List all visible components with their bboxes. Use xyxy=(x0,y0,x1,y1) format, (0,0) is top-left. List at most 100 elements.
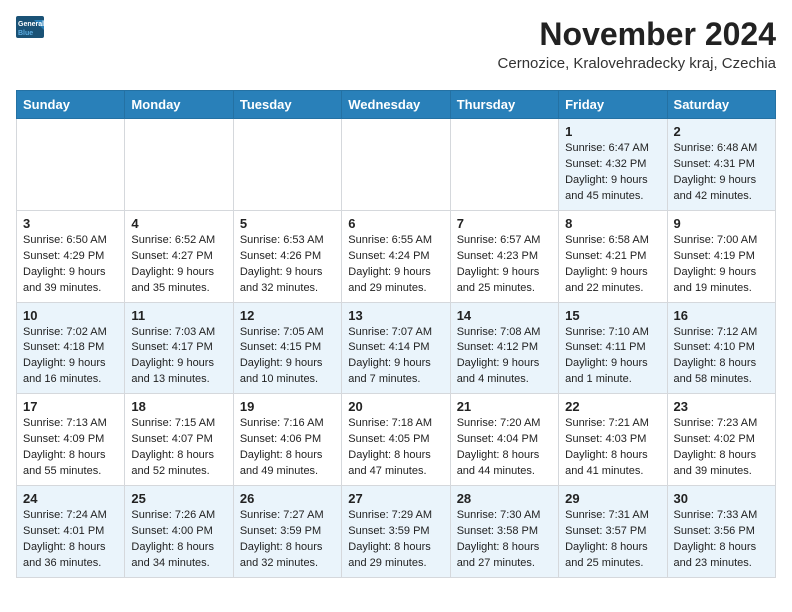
logo: General Blue xyxy=(16,16,46,38)
calendar-cell: 8 Sunrise: 6:58 AM Sunset: 4:21 PM Daylig… xyxy=(559,210,667,302)
calendar-cell: 14 Sunrise: 7:08 AM Sunset: 4:12 PM Dayli… xyxy=(450,302,558,394)
day-info: Sunrise: 7:10 AM Sunset: 4:11 PM Dayligh… xyxy=(565,325,660,389)
logo-icon: General Blue xyxy=(16,16,44,38)
calendar-cell: 10Sunrise: 7:02 AM Sunset: 4:18 PM Dayli… xyxy=(17,302,125,394)
calendar-cell: 15 Sunrise: 7:10 AM Sunset: 4:11 PM Dayli… xyxy=(559,302,667,394)
calendar-cell: 26 Sunrise: 7:27 AM Sunset: 3:59 PM Dayli… xyxy=(233,486,341,578)
day-number: 27 xyxy=(348,491,443,506)
calendar-cell xyxy=(125,119,233,211)
calendar-cell: 22Sunrise: 7:21 AM Sunset: 4:03 PM Dayli… xyxy=(559,394,667,486)
day-info: Sunrise: 7:00 AM Sunset: 4:19 PM Dayligh… xyxy=(674,233,769,297)
day-number: 6 xyxy=(348,216,443,231)
calendar-cell: 20 Sunrise: 7:18 AM Sunset: 4:05 PM Dayli… xyxy=(342,394,450,486)
calendar-cell: 4Sunrise: 6:52 AM Sunset: 4:27 PM Daylig… xyxy=(125,210,233,302)
calendar-cell: 24 Sunrise: 7:24 AM Sunset: 4:01 PM Dayli… xyxy=(17,486,125,578)
calendar-cell: 18 Sunrise: 7:15 AM Sunset: 4:07 PM Dayli… xyxy=(125,394,233,486)
day-number: 11 xyxy=(131,308,226,323)
calendar-cell: 28 Sunrise: 7:30 AM Sunset: 3:58 PM Dayli… xyxy=(450,486,558,578)
day-number: 15 xyxy=(565,308,660,323)
calendar-cell: 21 Sunrise: 7:20 AM Sunset: 4:04 PM Dayli… xyxy=(450,394,558,486)
col-header-wednesday: Wednesday xyxy=(342,91,450,119)
day-info: Sunrise: 7:03 AM Sunset: 4:17 PM Dayligh… xyxy=(131,325,226,389)
day-number: 23 xyxy=(674,399,769,414)
day-info: Sunrise: 7:26 AM Sunset: 4:00 PM Dayligh… xyxy=(131,508,226,572)
day-info: Sunrise: 7:27 AM Sunset: 3:59 PM Dayligh… xyxy=(240,508,335,572)
calendar-cell: 9 Sunrise: 7:00 AM Sunset: 4:19 PM Daylig… xyxy=(667,210,775,302)
day-number: 12 xyxy=(240,308,335,323)
col-header-friday: Friday xyxy=(559,91,667,119)
day-info: Sunrise: 6:48 AM Sunset: 4:31 PM Dayligh… xyxy=(674,141,769,205)
calendar-cell: 16 Sunrise: 7:12 AM Sunset: 4:10 PM Dayli… xyxy=(667,302,775,394)
calendar-cell: 30 Sunrise: 7:33 AM Sunset: 3:56 PM Dayli… xyxy=(667,486,775,578)
svg-text:Blue: Blue xyxy=(18,30,33,37)
day-info: Sunrise: 7:33 AM Sunset: 3:56 PM Dayligh… xyxy=(674,508,769,572)
calendar-cell: 27 Sunrise: 7:29 AM Sunset: 3:59 PM Dayli… xyxy=(342,486,450,578)
calendar-cell xyxy=(17,119,125,211)
calendar-cell: 13Sunrise: 7:07 AM Sunset: 4:14 PM Dayli… xyxy=(342,302,450,394)
calendar-cell: 29Sunrise: 7:31 AM Sunset: 3:57 PM Dayli… xyxy=(559,486,667,578)
day-number: 16 xyxy=(674,308,769,323)
day-number: 7 xyxy=(457,216,552,231)
day-info: Sunrise: 7:30 AM Sunset: 3:58 PM Dayligh… xyxy=(457,508,552,572)
day-info: Sunrise: 7:08 AM Sunset: 4:12 PM Dayligh… xyxy=(457,325,552,389)
calendar-cell: 1 Sunrise: 6:47 AM Sunset: 4:32 PM Daylig… xyxy=(559,119,667,211)
day-info: Sunrise: 7:23 AM Sunset: 4:02 PM Dayligh… xyxy=(674,416,769,480)
day-number: 8 xyxy=(565,216,660,231)
day-number: 3 xyxy=(23,216,118,231)
day-info: Sunrise: 7:20 AM Sunset: 4:04 PM Dayligh… xyxy=(457,416,552,480)
calendar-cell xyxy=(450,119,558,211)
day-info: Sunrise: 7:24 AM Sunset: 4:01 PM Dayligh… xyxy=(23,508,118,572)
day-info: Sunrise: 6:52 AM Sunset: 4:27 PM Dayligh… xyxy=(131,233,226,297)
calendar-cell: 11 Sunrise: 7:03 AM Sunset: 4:17 PM Dayli… xyxy=(125,302,233,394)
calendar-cell: 25 Sunrise: 7:26 AM Sunset: 4:00 PM Dayli… xyxy=(125,486,233,578)
day-info: Sunrise: 7:29 AM Sunset: 3:59 PM Dayligh… xyxy=(348,508,443,572)
calendar-table: SundayMondayTuesdayWednesdayThursdayFrid… xyxy=(16,90,776,578)
day-number: 17 xyxy=(23,399,118,414)
day-info: Sunrise: 7:21 AM Sunset: 4:03 PM Dayligh… xyxy=(565,416,660,480)
day-number: 30 xyxy=(674,491,769,506)
col-header-sunday: Sunday xyxy=(17,91,125,119)
day-number: 29 xyxy=(565,491,660,506)
day-info: Sunrise: 7:18 AM Sunset: 4:05 PM Dayligh… xyxy=(348,416,443,480)
calendar-cell: 6 Sunrise: 6:55 AM Sunset: 4:24 PM Daylig… xyxy=(342,210,450,302)
col-header-thursday: Thursday xyxy=(450,91,558,119)
day-number: 20 xyxy=(348,399,443,414)
day-info: Sunrise: 7:07 AM Sunset: 4:14 PM Dayligh… xyxy=(348,325,443,389)
calendar-cell: 5 Sunrise: 6:53 AM Sunset: 4:26 PM Daylig… xyxy=(233,210,341,302)
day-number: 28 xyxy=(457,491,552,506)
day-number: 26 xyxy=(240,491,335,506)
calendar-cell: 19 Sunrise: 7:16 AM Sunset: 4:06 PM Dayli… xyxy=(233,394,341,486)
day-number: 1 xyxy=(565,124,660,139)
day-number: 10 xyxy=(23,308,118,323)
day-info: Sunrise: 7:12 AM Sunset: 4:10 PM Dayligh… xyxy=(674,325,769,389)
day-number: 14 xyxy=(457,308,552,323)
page-subtitle: Cernozice, Kralovehradecky kraj, Czechia xyxy=(498,55,776,72)
col-header-monday: Monday xyxy=(125,91,233,119)
col-header-tuesday: Tuesday xyxy=(233,91,341,119)
day-info: Sunrise: 6:58 AM Sunset: 4:21 PM Dayligh… xyxy=(565,233,660,297)
day-number: 5 xyxy=(240,216,335,231)
calendar-cell: 17Sunrise: 7:13 AM Sunset: 4:09 PM Dayli… xyxy=(17,394,125,486)
day-number: 24 xyxy=(23,491,118,506)
day-info: Sunrise: 6:55 AM Sunset: 4:24 PM Dayligh… xyxy=(348,233,443,297)
day-info: Sunrise: 6:53 AM Sunset: 4:26 PM Dayligh… xyxy=(240,233,335,297)
calendar-cell xyxy=(233,119,341,211)
day-number: 19 xyxy=(240,399,335,414)
day-info: Sunrise: 7:05 AM Sunset: 4:15 PM Dayligh… xyxy=(240,325,335,389)
day-number: 25 xyxy=(131,491,226,506)
calendar-cell: 2 Sunrise: 6:48 AM Sunset: 4:31 PM Daylig… xyxy=(667,119,775,211)
calendar-cell xyxy=(342,119,450,211)
day-number: 21 xyxy=(457,399,552,414)
calendar-cell: 3Sunrise: 6:50 AM Sunset: 4:29 PM Daylig… xyxy=(17,210,125,302)
page-title: November 2024 xyxy=(498,16,776,53)
day-info: Sunrise: 7:16 AM Sunset: 4:06 PM Dayligh… xyxy=(240,416,335,480)
col-header-saturday: Saturday xyxy=(667,91,775,119)
day-info: Sunrise: 6:47 AM Sunset: 4:32 PM Dayligh… xyxy=(565,141,660,205)
svg-text:General: General xyxy=(18,21,44,28)
day-number: 9 xyxy=(674,216,769,231)
day-number: 18 xyxy=(131,399,226,414)
calendar-cell: 12 Sunrise: 7:05 AM Sunset: 4:15 PM Dayli… xyxy=(233,302,341,394)
day-number: 2 xyxy=(674,124,769,139)
day-info: Sunrise: 6:57 AM Sunset: 4:23 PM Dayligh… xyxy=(457,233,552,297)
day-info: Sunrise: 7:15 AM Sunset: 4:07 PM Dayligh… xyxy=(131,416,226,480)
